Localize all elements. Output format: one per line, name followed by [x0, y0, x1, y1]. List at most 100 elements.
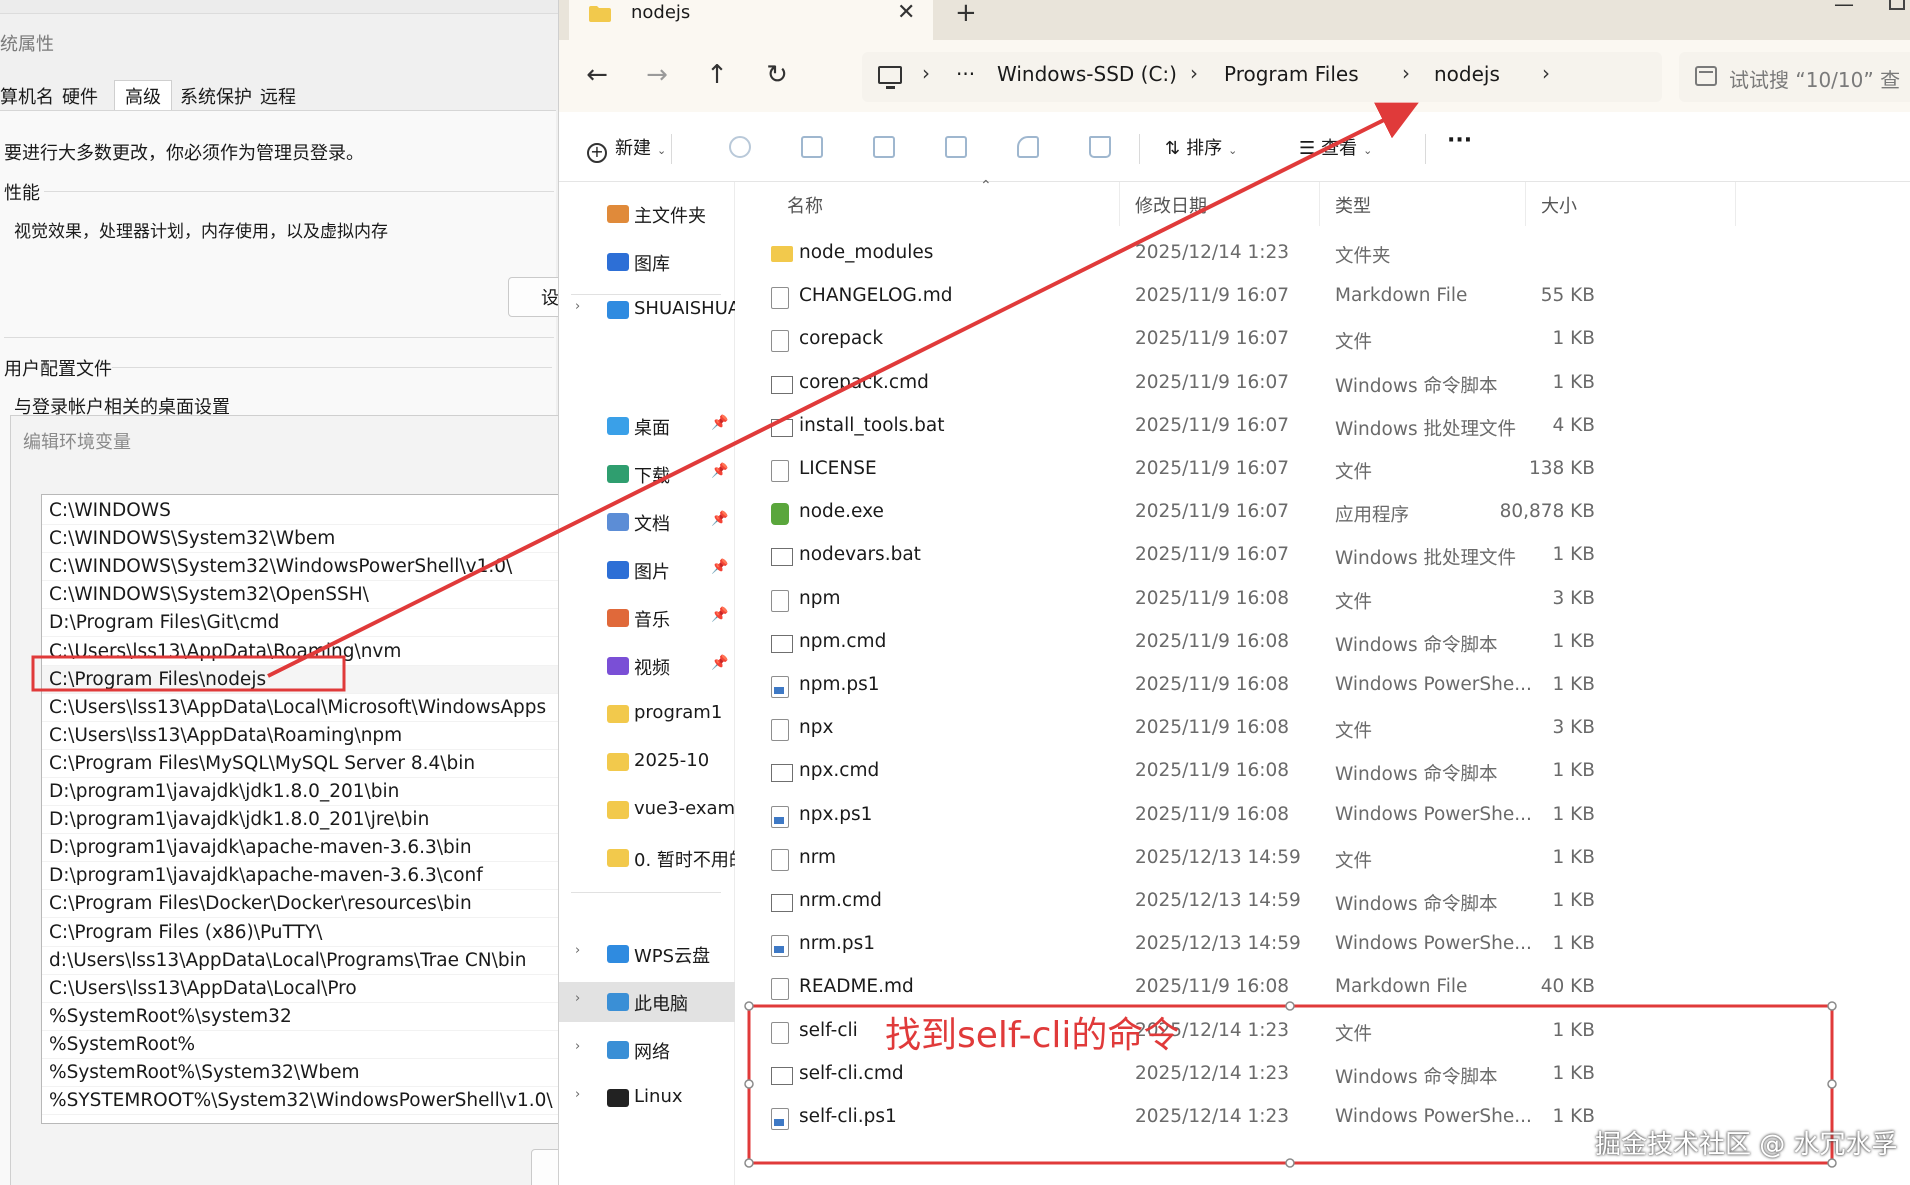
- path-list-item[interactable]: C:\Program Files\nodejs: [42, 665, 558, 694]
- minimize-icon[interactable]: —: [1834, 0, 1854, 16]
- dialog-button[interactable]: [531, 1149, 558, 1185]
- file-row[interactable]: corepack.cmd 2025/11/9 16:07 Windows 命令脚本 1…: [735, 362, 1835, 405]
- tab-advanced[interactable]: 高级: [114, 80, 172, 111]
- maximize-icon[interactable]: [1889, 0, 1905, 10]
- column-separator[interactable]: [1119, 182, 1120, 226]
- path-list-item[interactable]: C:\WINDOWS\System32\OpenSSH\: [42, 581, 558, 610]
- path-list-item[interactable]: C:\WINDOWS\System32\Wbem: [42, 525, 558, 554]
- path-list[interactable]: C:\WINDOWS C:\WINDOWS\System32\Wbem C:\WIN…: [41, 494, 558, 1124]
- file-row[interactable]: nodevars.bat 2025/11/9 16:07 Windows 批处理文件…: [735, 534, 1835, 577]
- file-row[interactable]: LICENSE 2025/11/9 16:07 文件 138 KB: [735, 448, 1835, 491]
- path-list-item[interactable]: D:\program1\javajdk\jdk1.8.0_201\jre\bin: [42, 806, 558, 835]
- column-header-date[interactable]: 修改日期: [1135, 192, 1207, 218]
- tab-computer-name[interactable]: 算机名: [0, 80, 62, 110]
- nav-item[interactable]: 主文件夹: [559, 194, 735, 234]
- tab-system-protection[interactable]: 系统保护: [180, 80, 260, 110]
- chevron-right-icon[interactable]: ›: [575, 1039, 580, 1054]
- breadcrumb-more[interactable]: ···: [956, 62, 975, 86]
- pin-icon[interactable]: 📌: [711, 511, 728, 527]
- file-row[interactable]: npx 2025/11/9 16:08 文件 3 KB: [735, 707, 1835, 750]
- path-list-item[interactable]: %SystemRoot%\system32: [42, 1003, 558, 1031]
- share-icon[interactable]: [1017, 136, 1039, 158]
- nav-item[interactable]: 桌面 📌: [559, 406, 735, 446]
- path-list-item[interactable]: C:\Users\lss13\AppData\Roaming\nvm: [42, 638, 558, 666]
- nav-item[interactable]: 文档 📌: [559, 502, 735, 542]
- file-row[interactable]: nrm 2025/12/13 14:59 文件 1 KB: [735, 837, 1835, 880]
- up-arrow-icon[interactable]: ↑: [699, 60, 735, 90]
- chevron-right-icon[interactable]: ›: [922, 61, 930, 85]
- sort-button[interactable]: ⇅ 排序 ⌄: [1165, 134, 1237, 160]
- cut-icon[interactable]: [729, 136, 751, 158]
- path-list-item[interactable]: C:\WINDOWS: [42, 497, 558, 525]
- nav-item[interactable]: vue3-example: [559, 790, 735, 830]
- file-row[interactable]: npm 2025/11/9 16:08 文件 3 KB: [735, 578, 1835, 621]
- nav-item[interactable]: program1: [559, 694, 735, 734]
- view-button[interactable]: ☰ 查看 ⌄: [1299, 134, 1372, 160]
- column-separator[interactable]: [1735, 182, 1736, 226]
- nav-item[interactable]: 图库: [559, 242, 735, 282]
- path-list-item[interactable]: C:\Users\lss13\AppData\Local\Pro: [42, 975, 558, 1003]
- back-arrow-icon[interactable]: ←: [579, 60, 615, 90]
- breadcrumb-program-files[interactable]: Program Files: [1224, 62, 1359, 86]
- file-row[interactable]: npx.cmd 2025/11/9 16:08 Windows 命令脚本 1 KB: [735, 750, 1835, 793]
- column-header-name[interactable]: 名称: [787, 192, 823, 218]
- address-bar[interactable]: › ··· Windows-SSD (C:) › Program Files ›…: [862, 52, 1662, 102]
- breadcrumb-drive[interactable]: Windows-SSD (C:): [997, 62, 1177, 86]
- column-header-type[interactable]: 类型: [1335, 192, 1371, 218]
- file-row[interactable]: node.exe 2025/11/9 16:07 应用程序 80,878 KB: [735, 491, 1835, 534]
- new-button[interactable]: + 新建 ⌄: [587, 134, 666, 163]
- pin-icon[interactable]: 📌: [711, 415, 728, 431]
- path-list-item[interactable]: %SYSTEMROOT%\System32\WindowsPowerShell\…: [42, 1087, 558, 1116]
- file-row[interactable]: npm.ps1 2025/11/9 16:08 Windows PowerShe..…: [735, 664, 1835, 707]
- path-list-item[interactable]: D:\Program Files\Git\cmd: [42, 609, 558, 638]
- more-options-icon[interactable]: ···: [1447, 128, 1472, 153]
- path-list-item[interactable]: C:\Users\lss13\AppData\Roaming\npm: [42, 722, 558, 750]
- chevron-right-icon[interactable]: ›: [575, 943, 580, 958]
- nav-item[interactable]: › SHUAISHUAI: [559, 290, 735, 330]
- nav-item[interactable]: 下载 📌: [559, 454, 735, 494]
- close-icon[interactable]: ✕: [897, 0, 915, 25]
- path-list-item[interactable]: D:\program1\javajdk\apache-maven-3.6.3\b…: [42, 834, 558, 863]
- chevron-right-icon[interactable]: ›: [1190, 61, 1198, 85]
- nav-item[interactable]: 2025-10: [559, 742, 735, 782]
- tab-nodejs[interactable]: nodejs ✕: [569, 0, 933, 40]
- file-row[interactable]: node_modules 2025/12/14 1:23 文件夹: [735, 232, 1835, 275]
- file-row[interactable]: install_tools.bat 2025/11/9 16:07 Windows …: [735, 405, 1835, 448]
- pin-icon[interactable]: 📌: [711, 655, 728, 671]
- path-list-item[interactable]: C:\Program Files\Docker\Docker\resources…: [42, 890, 558, 919]
- search-box[interactable]: 试试搜 “10/10” 查: [1679, 52, 1910, 102]
- chevron-right-icon[interactable]: ›: [1402, 61, 1410, 85]
- column-header-size[interactable]: 大小: [1541, 192, 1577, 218]
- tab-remote[interactable]: 远程: [260, 80, 304, 110]
- file-row[interactable]: npx.ps1 2025/11/9 16:08 Windows PowerShe..…: [735, 794, 1835, 837]
- file-row[interactable]: nrm.cmd 2025/12/13 14:59 Windows 命令脚本 1 KB: [735, 880, 1835, 923]
- pin-icon[interactable]: 📌: [711, 463, 728, 479]
- path-list-item[interactable]: C:\Program Files (x86)\PuTTY\: [42, 919, 558, 947]
- delete-icon[interactable]: [1089, 136, 1111, 158]
- file-row[interactable]: corepack 2025/11/9 16:07 文件 1 KB: [735, 318, 1835, 361]
- nav-item[interactable]: 0. 暂时不用的: [559, 838, 735, 878]
- chevron-right-icon[interactable]: ›: [575, 299, 580, 314]
- file-row[interactable]: npm.cmd 2025/11/9 16:08 Windows 命令脚本 1 KB: [735, 621, 1835, 664]
- chevron-right-icon[interactable]: ›: [575, 1087, 580, 1102]
- paste-icon[interactable]: [873, 136, 895, 158]
- performance-settings-button[interactable]: 设: [508, 277, 558, 317]
- nav-item[interactable]: 音乐 📌: [559, 598, 735, 638]
- path-list-item[interactable]: C:\WINDOWS\System32\WindowsPowerShell\v1…: [42, 553, 558, 582]
- chevron-right-icon[interactable]: ›: [575, 991, 580, 1006]
- column-separator[interactable]: [1525, 182, 1526, 226]
- file-row[interactable]: CHANGELOG.md 2025/11/9 16:07 Markdown File…: [735, 275, 1835, 318]
- file-row[interactable]: self-cli.cmd 2025/12/14 1:23 Windows 命令脚本 1…: [735, 1053, 1835, 1096]
- path-list-item[interactable]: %SystemRoot%\System32\Wbem: [42, 1059, 558, 1087]
- nav-item[interactable]: › 网络: [559, 1030, 735, 1070]
- pin-icon[interactable]: 📌: [711, 559, 728, 575]
- pin-icon[interactable]: 📌: [711, 607, 728, 623]
- file-row[interactable]: nrm.ps1 2025/12/13 14:59 Windows PowerShe.…: [735, 923, 1835, 966]
- column-separator[interactable]: [1319, 182, 1320, 226]
- nav-item[interactable]: › Linux: [559, 1078, 735, 1118]
- chevron-right-icon[interactable]: ›: [1542, 61, 1550, 85]
- path-list-item[interactable]: d:\Users\lss13\AppData\Local\Programs\Tr…: [42, 947, 558, 975]
- nav-item[interactable]: › WPS云盘: [559, 934, 735, 974]
- new-tab-icon[interactable]: +: [955, 0, 977, 28]
- forward-arrow-icon[interactable]: →: [639, 60, 675, 90]
